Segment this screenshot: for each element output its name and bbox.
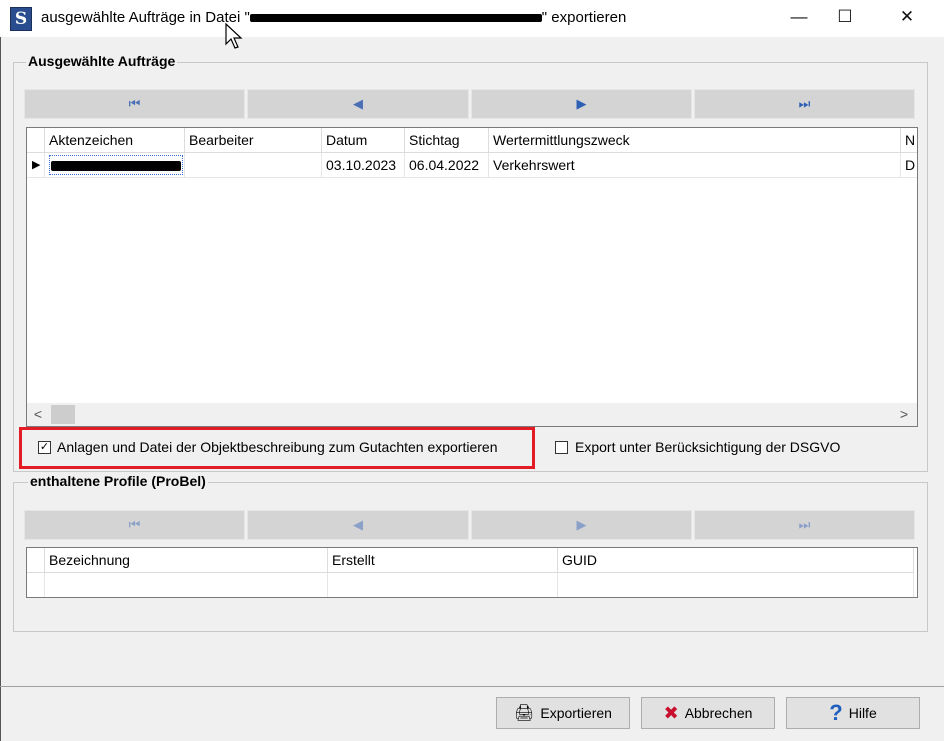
column-header-bezeichnung[interactable]: Bezeichnung: [45, 548, 328, 573]
row-indicator-header: [27, 128, 45, 153]
cancel-button-label: Abbrechen: [684, 705, 753, 721]
export-button-label: Exportieren: [540, 705, 612, 721]
table-row-datum[interactable]: 03.10.2023: [322, 153, 405, 178]
next-record-icon: ▶: [576, 96, 587, 111]
column-header-stichtag[interactable]: Stichtag: [405, 128, 489, 153]
prev-record-icon: ◀: [353, 517, 363, 532]
orders-grid[interactable]: Aktenzeichen Bearbeiter Datum Stichtag W…: [26, 127, 918, 427]
export-button[interactable]: 🖨 Exportieren: [496, 697, 630, 729]
help-button[interactable]: ? Hilfe: [786, 697, 920, 729]
dsgvo-checkbox[interactable]: Export unter Berücksichtigung der DSGVO: [555, 439, 840, 455]
orders-group-title: Ausgewählte Aufträge: [26, 53, 178, 69]
redacted-aktenzeichen: [51, 161, 181, 172]
first-record-icon: ⏮: [128, 96, 141, 111]
column-header-guid[interactable]: GUID: [558, 548, 914, 573]
table-row-bearbeiter[interactable]: [185, 153, 322, 178]
scrollbar-thumb[interactable]: [51, 405, 75, 424]
minimize-button[interactable]: —: [776, 0, 822, 36]
profiles-nav-first-button[interactable]: ⏮: [24, 510, 245, 540]
window-title-suffix: " exportieren: [541, 9, 627, 26]
prev-record-icon: ◀: [353, 96, 363, 111]
profiles-nav-prev-button[interactable]: ◀: [247, 510, 469, 540]
profiles-nav-next-button[interactable]: ▶: [471, 510, 692, 540]
mouse-cursor-icon: [225, 22, 243, 49]
footer-divider: [0, 686, 944, 687]
help-icon: ?: [829, 700, 843, 725]
dsgvo-checkbox-box[interactable]: [555, 440, 568, 454]
first-record-icon: ⏮: [128, 517, 141, 532]
orders-nav-next-button[interactable]: ▶: [471, 89, 692, 119]
redacted-filename: [249, 14, 542, 23]
cancel-button[interactable]: ✖ Abbrechen: [641, 697, 775, 729]
last-record-icon: ⏭: [798, 517, 811, 532]
table-row-aktenzeichen[interactable]: [45, 153, 185, 178]
orders-nav-last-button[interactable]: ⏭: [694, 89, 915, 119]
maximize-button[interactable]: ☐: [822, 0, 868, 36]
table-row-wertermittlungszweck[interactable]: Verkehrswert: [489, 153, 901, 178]
column-header-wertermittlungszweck[interactable]: Wertermittlungszweck: [489, 128, 901, 153]
cancel-icon: ✖: [663, 702, 679, 723]
table-row-erstellt[interactable]: [328, 573, 558, 597]
attachments-checkbox[interactable]: ✓ Anlagen und Datei der Objektbeschreibu…: [38, 439, 498, 455]
window-title-prefix: ausgewählte Aufträge in Datei ": [41, 9, 250, 26]
next-record-icon: ▶: [576, 517, 587, 532]
help-button-label: Hilfe: [848, 705, 877, 721]
row-indicator-header: [27, 548, 45, 573]
orders-nav-first-button[interactable]: ⏮: [24, 89, 245, 119]
window-title: ausgewählte Aufträge in Datei " " exporti…: [41, 9, 626, 26]
column-header-aktenzeichen[interactable]: Aktenzeichen: [45, 128, 185, 153]
export-icon: 🖨: [514, 705, 535, 722]
table-row-stichtag[interactable]: 06.04.2022: [405, 153, 489, 178]
profiles-grid[interactable]: Bezeichnung Erstellt GUID: [26, 547, 918, 598]
dsgvo-checkbox-label: Export unter Berücksichtigung der DSGVO: [575, 439, 841, 455]
table-row-n[interactable]: D: [901, 153, 917, 178]
focused-cell: [49, 155, 183, 175]
column-header-bearbeiter[interactable]: Bearbeiter: [185, 128, 322, 153]
column-header-erstellt[interactable]: Erstellt: [328, 548, 558, 573]
horizontal-scrollbar[interactable]: < >: [27, 403, 917, 426]
scroll-right-icon[interactable]: >: [893, 403, 915, 426]
profiles-nav-last-button[interactable]: ⏭: [694, 510, 915, 540]
attachments-checkbox-box[interactable]: ✓: [38, 440, 51, 454]
row-indicator: ▶: [27, 153, 45, 178]
scroll-left-icon[interactable]: <: [27, 403, 49, 426]
profiles-group-title: enthaltene Profile (ProBel): [28, 473, 208, 489]
column-header-datum[interactable]: Datum: [322, 128, 405, 153]
window-border: [0, 37, 1, 741]
row-indicator: [27, 573, 45, 597]
table-row-bezeichnung[interactable]: [45, 573, 328, 597]
table-row-guid[interactable]: [558, 573, 914, 597]
app-icon[interactable]: S: [10, 7, 32, 31]
orders-nav-prev-button[interactable]: ◀: [247, 89, 469, 119]
close-button[interactable]: ✕: [884, 0, 930, 36]
column-header-n[interactable]: N: [901, 128, 917, 153]
last-record-icon: ⏭: [798, 96, 811, 111]
attachments-checkbox-label: Anlagen und Datei der Objektbeschreibung…: [57, 439, 498, 455]
